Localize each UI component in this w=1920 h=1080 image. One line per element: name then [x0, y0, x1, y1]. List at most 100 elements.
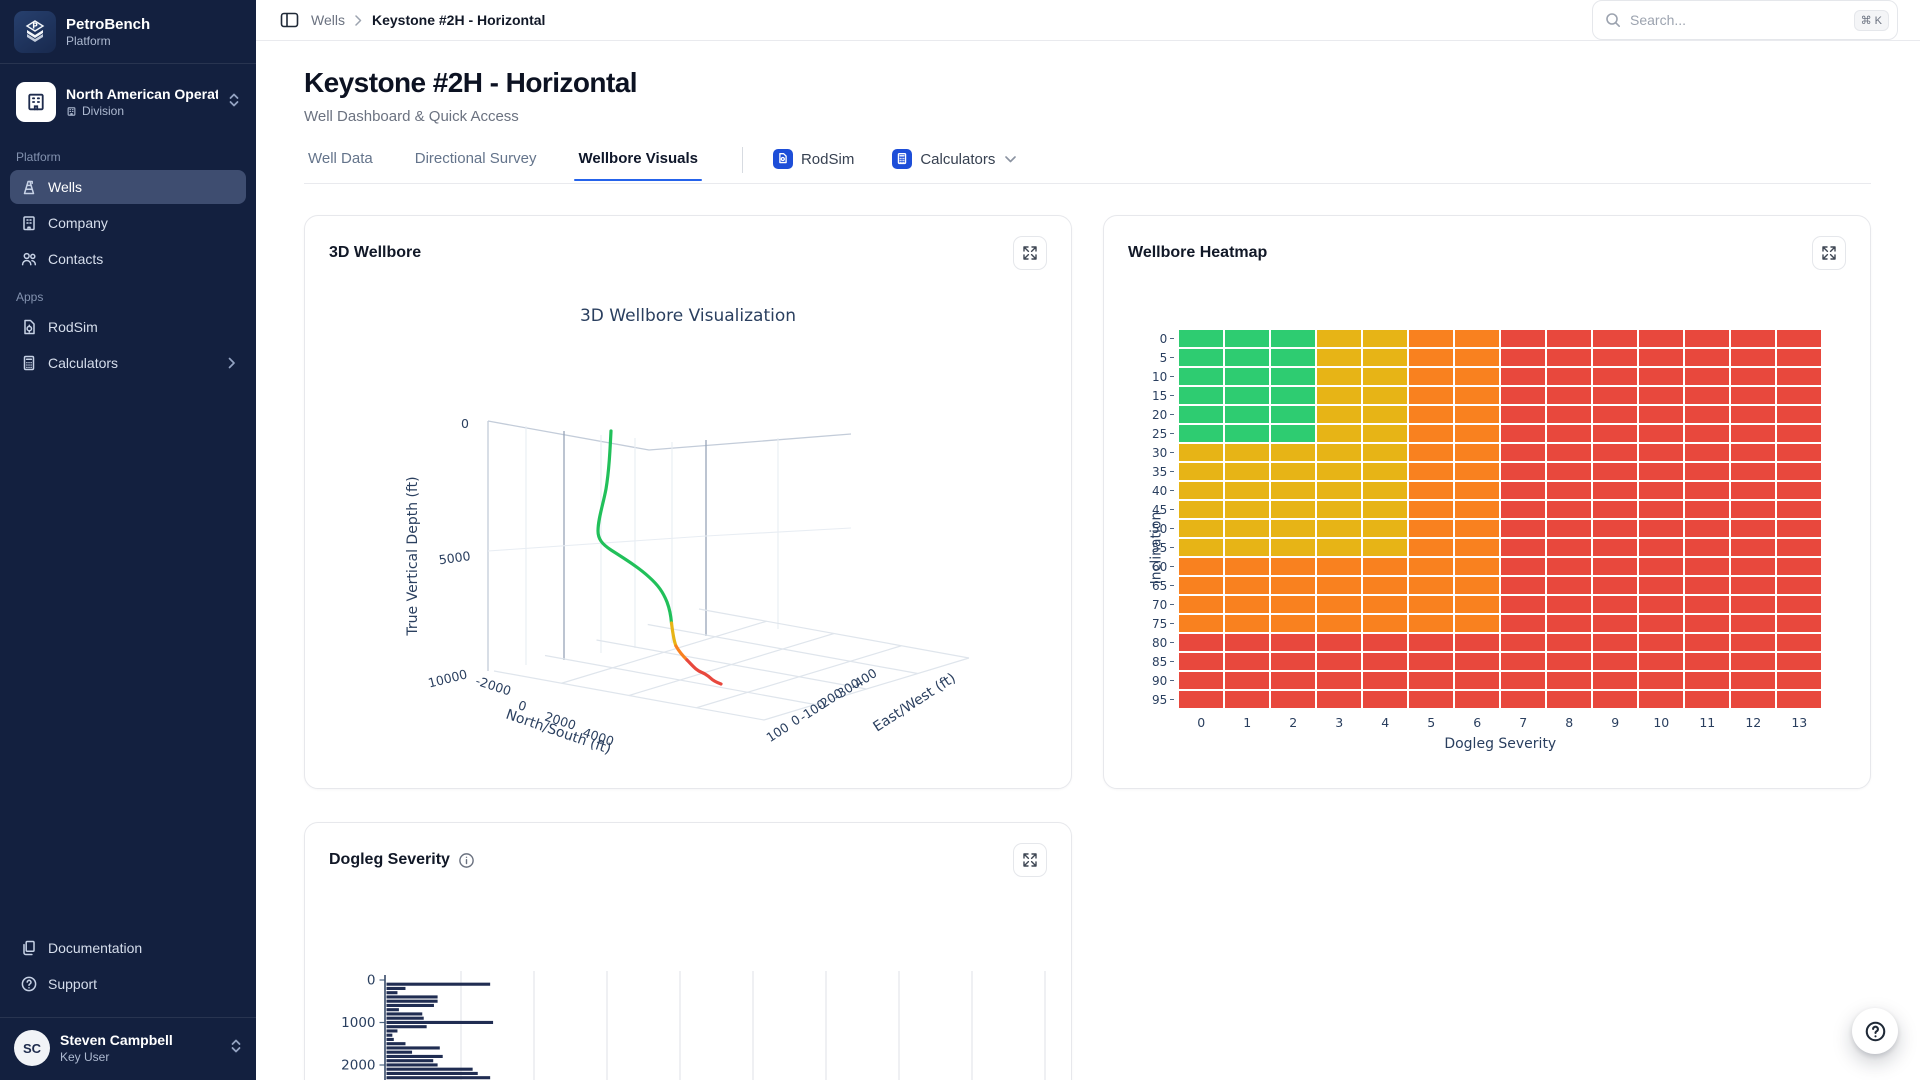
heatmap-cell — [1685, 482, 1729, 499]
heatmap-cell — [1225, 368, 1269, 385]
tabs-divider — [742, 147, 743, 173]
heatmap-cell — [1501, 615, 1545, 632]
expand-button[interactable] — [1013, 236, 1047, 270]
heatmap-x-ticks: 012345678910111213 — [1179, 715, 1821, 730]
search-input[interactable]: Search... ⌘ K — [1592, 0, 1898, 40]
heatmap-cell — [1731, 558, 1775, 575]
sidebar-item-contacts[interactable]: Contacts — [10, 242, 246, 276]
heatmap-cell — [1225, 558, 1269, 575]
heatmap-cell — [1777, 634, 1821, 651]
chevron-down-icon — [1005, 156, 1016, 163]
sidebar-item-wells[interactable]: Wells — [10, 170, 246, 204]
heatmap-cell — [1685, 520, 1729, 537]
tab-directional-survey[interactable]: Directional Survey — [411, 150, 541, 180]
heatmap-cell — [1317, 425, 1361, 442]
heatmap-cell — [1363, 577, 1407, 594]
heatmap-cell — [1179, 501, 1223, 518]
heatmap-cell — [1363, 634, 1407, 651]
heatmap-cell — [1271, 520, 1315, 537]
info-icon[interactable] — [458, 852, 475, 869]
brand: P PetroBench Platform — [0, 0, 256, 64]
expand-button[interactable] — [1812, 236, 1846, 270]
heatmap-x-tick: 3 — [1317, 715, 1361, 730]
heatmap-cell — [1685, 349, 1729, 366]
heatmap-cell — [1225, 596, 1269, 613]
heatmap-cell — [1639, 672, 1683, 689]
card-title: Wellbore Heatmap — [1128, 244, 1267, 262]
wellbore-path — [598, 431, 721, 684]
tab-wellbore-visuals[interactable]: Wellbore Visuals — [574, 150, 702, 180]
heatmap-cell — [1547, 406, 1591, 423]
contacts-icon — [20, 250, 38, 268]
heatmap-cell — [1639, 691, 1683, 708]
heatmap-cell — [1777, 520, 1821, 537]
heatmap-cell — [1271, 368, 1315, 385]
heatmap-cell — [1179, 539, 1223, 556]
heatmap-cell — [1777, 387, 1821, 404]
help-button[interactable] — [1852, 1008, 1898, 1054]
app-link-rodsim[interactable]: RodSim — [773, 149, 854, 181]
dogleg-severity-chart[interactable]: 010002000 — [329, 925, 1049, 1080]
heatmap-cell — [1179, 691, 1223, 708]
heatmap-cell — [1409, 539, 1453, 556]
heatmap-cell — [1547, 387, 1591, 404]
heatmap-cell — [1455, 330, 1499, 347]
dls-bar — [387, 1034, 393, 1037]
heatmap-cell — [1363, 653, 1407, 670]
heatmap-x-tick: 0 — [1179, 715, 1223, 730]
dls-bar — [387, 1068, 473, 1071]
heatmap-x-tick: 2 — [1271, 715, 1315, 730]
heatmap-cell — [1547, 596, 1591, 613]
sidebar-item-calculators[interactable]: Calculators — [10, 346, 246, 380]
wellbore-heatmap-plot[interactable]: Inclination 0510152025303540455055606570… — [1128, 330, 1846, 752]
heatmap-cell — [1363, 558, 1407, 575]
heatmap-cell — [1639, 368, 1683, 385]
heatmap-cell — [1501, 444, 1545, 461]
tab-well-data[interactable]: Well Data — [304, 150, 377, 180]
sidebar-item-label: Documentation — [48, 940, 142, 956]
user-menu[interactable]: SC Steven Campbell Key User — [0, 1017, 256, 1080]
dls-bar — [387, 1021, 494, 1024]
wellbore-3d-plot[interactable]: 0500010000-2000020004000-400-300-200-100… — [369, 328, 1069, 778]
card-wellbore-heatmap: Wellbore Heatmap Inclination 05101520253… — [1103, 215, 1871, 789]
heatmap-cell — [1455, 577, 1499, 594]
heatmap-cell — [1501, 596, 1545, 613]
org-name: North American Operat — [66, 86, 218, 102]
heatmap-cell — [1501, 349, 1545, 366]
heatmap-cell — [1455, 463, 1499, 480]
heatmap-cell — [1409, 349, 1453, 366]
heatmap-cell — [1225, 691, 1269, 708]
breadcrumb-wells-link[interactable]: Wells — [311, 12, 345, 28]
dls-bar — [387, 1025, 427, 1028]
heatmap-cell — [1409, 691, 1453, 708]
heatmap-cell — [1317, 577, 1361, 594]
sidebar-toggle-icon[interactable] — [280, 11, 299, 29]
heatmap-cell — [1225, 501, 1269, 518]
org-switcher[interactable]: North American Operat Division — [10, 76, 246, 128]
sidebar-item-company[interactable]: Company — [10, 206, 246, 240]
heatmap-cell — [1317, 482, 1361, 499]
heatmap-x-tick: 4 — [1363, 715, 1407, 730]
help-circle-icon — [1864, 1020, 1887, 1043]
heatmap-cell — [1501, 463, 1545, 480]
heatmap-cell — [1593, 596, 1637, 613]
expand-button[interactable] — [1013, 843, 1047, 877]
heatmap-cell — [1363, 349, 1407, 366]
heatmap-cell — [1455, 558, 1499, 575]
heatmap-y-tick: 85 — [1152, 653, 1174, 670]
user-role: Key User — [60, 1050, 220, 1064]
heatmap-cell — [1271, 387, 1315, 404]
dls-bar — [387, 995, 438, 998]
plot-title: 3D Wellbore Visualization — [329, 306, 1047, 326]
heatmap-cell — [1639, 577, 1683, 594]
sidebar-item-documentation[interactable]: Documentation — [10, 931, 246, 965]
heatmap-cell — [1593, 558, 1637, 575]
sidebar-item-rodsim[interactable]: RodSim — [10, 310, 246, 344]
app-link-calculators[interactable]: Calculators — [892, 149, 1016, 181]
tvd-axis-title: True Vertical Depth (ft) — [405, 476, 421, 636]
heatmap-cell — [1547, 691, 1591, 708]
page-subtitle: Well Dashboard & Quick Access — [304, 108, 1871, 125]
heatmap-cell — [1317, 615, 1361, 632]
sidebar-item-support[interactable]: Support — [10, 967, 246, 1001]
heatmap-cell — [1639, 349, 1683, 366]
